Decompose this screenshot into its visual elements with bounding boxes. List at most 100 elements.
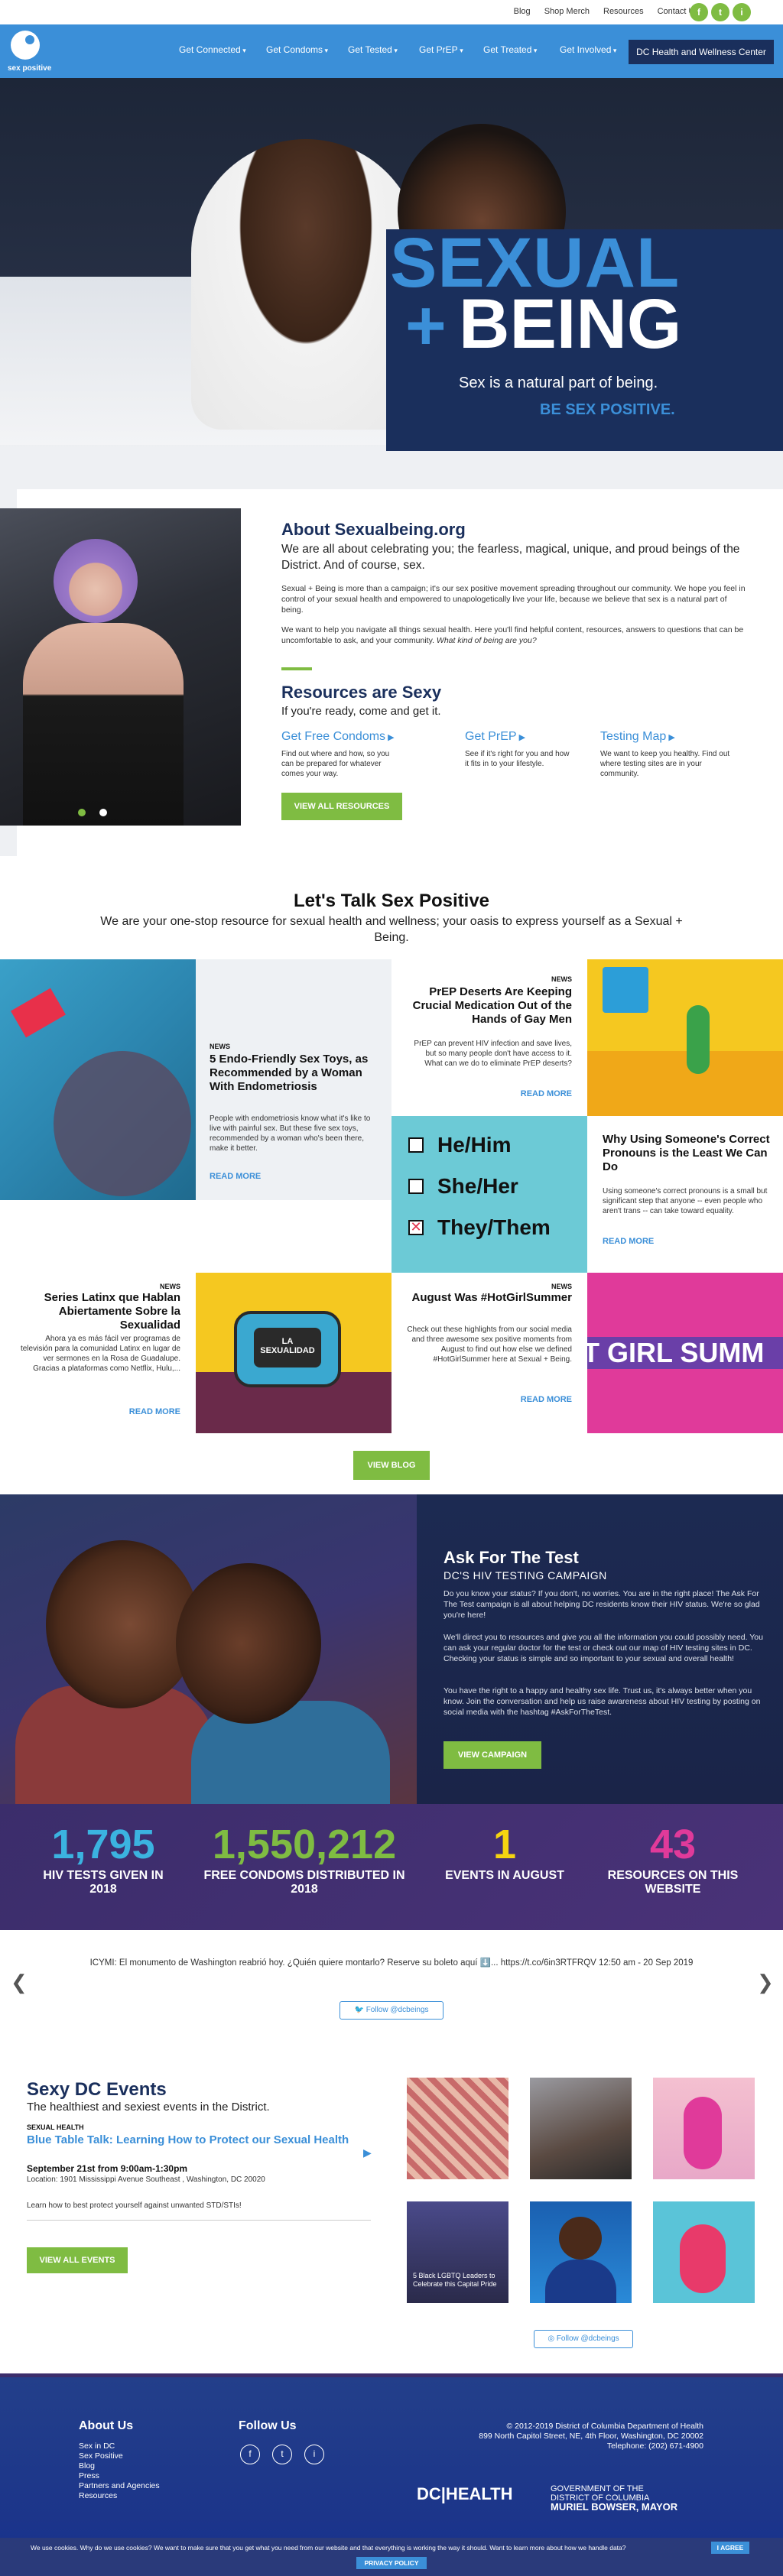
- hero-title-plus: +: [405, 287, 447, 365]
- hot-girl-summer-read-more[interactable]: READ MORE: [521, 1395, 572, 1405]
- shop-merch-link[interactable]: Shop Merch: [544, 7, 590, 16]
- dc-government-logo[interactable]: GOVERNMENT OF THE DISTRICT OF COLUMBIA M…: [551, 2484, 677, 2512]
- instagram-post-leaders[interactable]: 5 Black LGBTQ Leaders to Celebrate this …: [407, 2201, 508, 2303]
- instagram-follow-label: Follow @dcbeings: [556, 2334, 619, 2343]
- instagram-follow-button[interactable]: ◎ Follow @dcbeings: [534, 2330, 633, 2348]
- sex-positive-logo[interactable]: [11, 31, 40, 60]
- section-divider: [281, 667, 312, 670]
- twitter-follow-button[interactable]: 🐦 Follow @dcbeings: [340, 2001, 443, 2020]
- hot-girl-summer-tile[interactable]: NEWS August Was #HotGirlSummer Check out…: [392, 1273, 587, 1433]
- instagram-post-illustration[interactable]: [653, 2078, 755, 2179]
- about-paragraph-2: We want to help you navigate all things …: [281, 625, 746, 646]
- about-lead: We are all about celebrating you; the fe…: [281, 543, 740, 572]
- resources-heading: Resources are Sexy: [281, 683, 442, 702]
- stat-condoms-number: 1,550,212: [212, 1822, 397, 1867]
- tweet-next-arrow-icon[interactable]: ❯: [757, 1971, 774, 1994]
- endo-tile[interactable]: NEWS 5 Endo-Friendly Sex Toys, as Recomm…: [196, 959, 392, 1200]
- events-subheading: The healthiest and sexiest events in the…: [27, 2101, 270, 2114]
- resources-link[interactable]: Resources: [603, 7, 644, 16]
- cartoon-figure: [680, 2224, 726, 2293]
- hero-title-being: BEING: [459, 285, 682, 363]
- man-head-left: [46, 1540, 199, 1708]
- cookie-agree-button[interactable]: I AGREE: [711, 2542, 749, 2554]
- instagram-icon[interactable]: i: [733, 3, 751, 21]
- person-head: [559, 2217, 602, 2260]
- ask-subheading: DC'S HIV TESTING CAMPAIGN: [443, 1569, 607, 1582]
- footer-link-blog[interactable]: Blog: [79, 2461, 95, 2471]
- stat-hiv-tests-number: 1,795: [51, 1822, 155, 1867]
- footer-link-sex-in-dc[interactable]: Sex in DC: [79, 2441, 115, 2451]
- dc-health-logo[interactable]: DC|HEALTH: [417, 2484, 513, 2504]
- stat-resources-number: 43: [649, 1822, 697, 1867]
- footer-link-sex-positive[interactable]: Sex Positive: [79, 2451, 123, 2461]
- nav-get-tested[interactable]: Get Tested: [348, 44, 398, 55]
- testing-map-link[interactable]: Testing Map: [600, 730, 675, 744]
- man-head-right: [176, 1563, 321, 1724]
- about-woman-image: [0, 508, 241, 826]
- tweet-prev-arrow-icon[interactable]: ❮: [11, 1971, 28, 1994]
- prep-deserts-tile[interactable]: NEWS PrEP Deserts Are Keeping Crucial Me…: [392, 959, 587, 1116]
- latinx-desc: Ahora ya es más fácil ver programas de t…: [20, 1335, 180, 1373]
- logo-text: sex positive: [8, 64, 52, 73]
- nav-get-involved[interactable]: Get Involved: [560, 44, 616, 55]
- dc-health-wellness-button[interactable]: DC Health and Wellness Center: [629, 40, 774, 64]
- prep-deserts-read-more[interactable]: READ MORE: [521, 1089, 572, 1099]
- instagram-post-pattern[interactable]: [407, 2078, 508, 2179]
- view-blog-button[interactable]: VIEW BLOG: [353, 1451, 430, 1480]
- nav-get-treated[interactable]: Get Treated: [483, 44, 537, 55]
- free-condoms-link[interactable]: Get Free Condoms: [281, 730, 395, 744]
- checkbox-icon: [408, 1137, 424, 1153]
- girl-summer-text: T GIRL SUMM: [587, 1337, 765, 1368]
- ask-paragraph-3: You have the right to a happy and health…: [443, 1686, 761, 1717]
- girl-summer-tile-image[interactable]: T GIRL SUMM: [587, 1273, 783, 1433]
- view-all-resources-button[interactable]: VIEW ALL RESOURCES: [281, 793, 402, 820]
- talk-heading: Let's Talk Sex Positive: [293, 891, 490, 911]
- endo-read-more[interactable]: READ MORE: [210, 1172, 261, 1182]
- endo-tile-image[interactable]: [0, 959, 196, 1200]
- facebook-icon[interactable]: f: [690, 3, 708, 21]
- twitter-icon[interactable]: t: [711, 3, 729, 21]
- pronouns-read-more[interactable]: READ MORE: [603, 1237, 654, 1247]
- footer-instagram-icon[interactable]: i: [304, 2445, 324, 2464]
- tv-tile-image[interactable]: LA SEXUALIDAD: [196, 1273, 392, 1433]
- footer-link-partners[interactable]: Partners and Agencies: [79, 2481, 160, 2491]
- event-title-link[interactable]: Blue Table Talk: Learning How to Protect…: [27, 2133, 356, 2147]
- nav-get-connected[interactable]: Get Connected: [179, 44, 246, 55]
- stat-hiv-tests-label: HIV TESTS GIVEN IN 2018: [43, 1869, 164, 1896]
- slider-dot[interactable]: [99, 809, 107, 816]
- instagram-post-portrait[interactable]: [530, 2078, 632, 2179]
- pronoun-she: She/Her: [437, 1174, 518, 1198]
- instagram-post-cartoon[interactable]: [653, 2201, 755, 2303]
- about-paragraph-1: Sexual + Being is more than a campaign; …: [281, 584, 746, 615]
- blog-link[interactable]: Blog: [514, 7, 531, 16]
- resources-subheading: If you're ready, come and get it.: [281, 705, 441, 718]
- footer-phone[interactable]: Telephone: (202) 671-4900: [474, 2441, 703, 2451]
- event-category: SEXUAL HEALTH: [27, 2123, 84, 2131]
- instagram-post-proud-being[interactable]: [530, 2201, 632, 2303]
- nav-get-prep[interactable]: Get PrEP: [419, 44, 463, 55]
- view-campaign-button[interactable]: VIEW CAMPAIGN: [443, 1741, 541, 1769]
- get-prep-link[interactable]: Get PrEP: [465, 730, 525, 744]
- stat-events-number: 1: [492, 1822, 517, 1867]
- hot-girl-summer-desc: Check out these highlights from our soci…: [407, 1325, 572, 1364]
- twitter-follow-label: Follow @dcbeings: [366, 2006, 429, 2014]
- footer-link-resources[interactable]: Resources: [79, 2491, 117, 2501]
- pronouns-tile[interactable]: Why Using Someone's Correct Pronouns is …: [587, 1116, 783, 1273]
- latinx-tile[interactable]: NEWS Series Latinx que Hablan Abiertamen…: [0, 1273, 196, 1433]
- about-heading: About Sexualbeing.org: [281, 520, 466, 539]
- footer-address: 899 North Capitol Street, NE, 4th Floor,…: [479, 2432, 703, 2441]
- footer-facebook-icon[interactable]: f: [240, 2445, 260, 2464]
- view-all-events-button[interactable]: VIEW ALL EVENTS: [27, 2247, 128, 2273]
- endo-title: 5 Endo-Friendly Sex Toys, as Recommended…: [210, 1053, 369, 1093]
- instagram-leaders-caption: 5 Black LGBTQ Leaders to Celebrate this …: [413, 2272, 497, 2288]
- nav-get-condoms[interactable]: Get Condoms: [266, 44, 328, 55]
- footer-link-press[interactable]: Press: [79, 2471, 99, 2481]
- latinx-read-more[interactable]: READ MORE: [129, 1407, 180, 1417]
- privacy-policy-button[interactable]: PRIVACY POLICY: [356, 2557, 427, 2569]
- footer-twitter-icon[interactable]: t: [272, 2445, 292, 2464]
- event-arrow-icon[interactable]: ▶: [363, 2146, 372, 2159]
- slider-dot-active[interactable]: [78, 809, 86, 816]
- event-location: Location: 1901 Mississippi Avenue Southe…: [27, 2175, 265, 2184]
- cactus-tile-image[interactable]: [587, 959, 783, 1116]
- pronouns-tile-image[interactable]: He/Him She/Her ✕ They/Them: [392, 1116, 587, 1273]
